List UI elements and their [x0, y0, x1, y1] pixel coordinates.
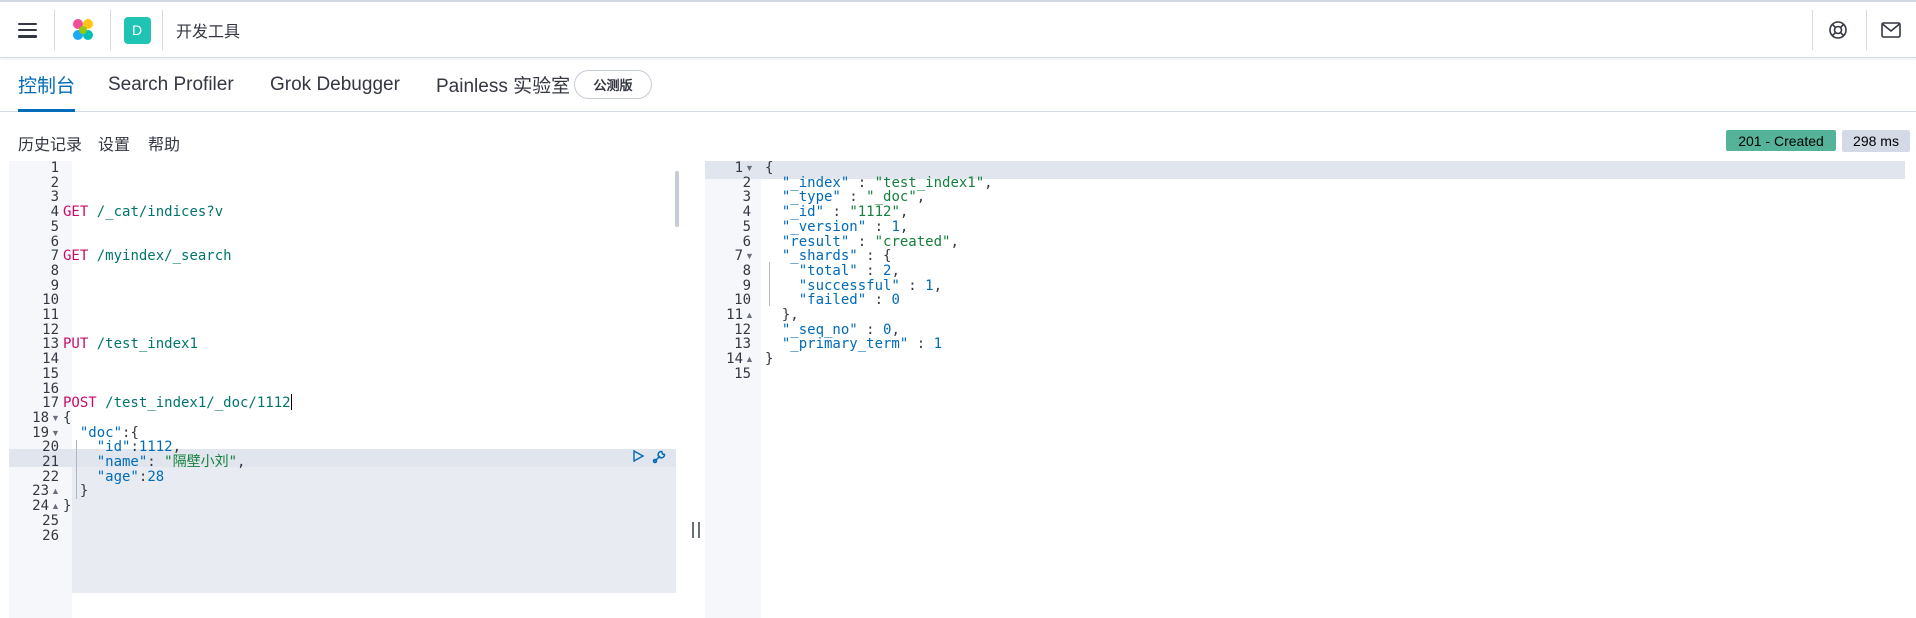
request-code-line[interactable]: }	[63, 497, 71, 515]
fold-toggle-icon[interactable]: ▲	[745, 354, 754, 364]
request-scrollbar[interactable]	[675, 171, 679, 227]
wrench-icon[interactable]	[651, 447, 669, 470]
tab-console[interactable]: 控制台	[18, 58, 76, 112]
header-divider	[162, 10, 163, 50]
line-number: 26	[42, 527, 59, 544]
help-icon[interactable]	[1812, 2, 1864, 58]
space-selector[interactable]: D	[112, 2, 162, 58]
menu-icon[interactable]	[0, 2, 54, 58]
response-editor: 1 ▼{2 "_index" : "test_index1", 3 "_type" …	[705, 161, 1916, 618]
console-toolbar: 历史记录 设置 帮助	[0, 113, 1916, 161]
top-header: D 开发工具	[0, 0, 1916, 58]
status-badge: 201 - Created	[1726, 130, 1836, 151]
fold-toggle-icon[interactable]: ▼	[745, 251, 754, 261]
play-icon[interactable]	[631, 449, 645, 468]
fold-toggle-icon[interactable]: ▼	[51, 413, 60, 423]
mail-icon[interactable]	[1866, 2, 1916, 58]
tab-grok-debugger[interactable]: Grok Debugger	[270, 58, 400, 111]
fold-toggle-icon[interactable]: ▼	[51, 428, 60, 438]
fold-toggle-icon[interactable]: ▲	[51, 486, 60, 496]
request-editor[interactable]: 1 2 3 4 GET /_cat/indices?v 5 6 7 GET /myindex/_…	[9, 161, 685, 618]
request-code-line[interactable]: GET /myindex/_search	[63, 247, 232, 265]
pane-resizer[interactable]	[692, 522, 700, 538]
request-code-line[interactable]: GET /_cat/indices?v	[63, 203, 223, 221]
fold-toggle-icon[interactable]: ▲	[745, 310, 754, 320]
request-code-line[interactable]: PUT /test_index1	[63, 335, 198, 353]
tab-painless-lab[interactable]: Painless 实验室	[436, 58, 570, 111]
settings-link[interactable]: 设置	[98, 131, 130, 155]
header-divider	[54, 10, 55, 50]
fold-toggle-icon[interactable]: ▼	[745, 163, 754, 173]
dev-tools-tabs: 控制台 Search Profiler Grok Debugger Painle…	[0, 58, 1916, 112]
indent-guide	[76, 439, 77, 500]
header-divider	[110, 10, 111, 50]
response-code-line: }	[765, 351, 774, 368]
request-time-badge: 298 ms	[1842, 130, 1910, 152]
elastic-logo-icon[interactable]	[56, 2, 110, 58]
space-avatar: D	[123, 16, 151, 44]
request-actions	[631, 449, 669, 467]
line-number: 15	[734, 365, 751, 382]
beta-badge: 公测版	[574, 70, 652, 99]
request-code-line[interactable]: POST /test_index1/_doc/1112	[63, 394, 292, 412]
response-code-line: "_primary_term" : 1	[781, 336, 943, 353]
tab-search-profiler[interactable]: Search Profiler	[108, 58, 234, 111]
indent-guide	[769, 261, 770, 306]
fold-toggle-icon[interactable]: ▲	[51, 501, 60, 511]
history-link[interactable]: 历史记录	[18, 131, 82, 155]
breadcrumb[interactable]: 开发工具	[176, 2, 240, 58]
help-link[interactable]: 帮助	[148, 131, 180, 155]
